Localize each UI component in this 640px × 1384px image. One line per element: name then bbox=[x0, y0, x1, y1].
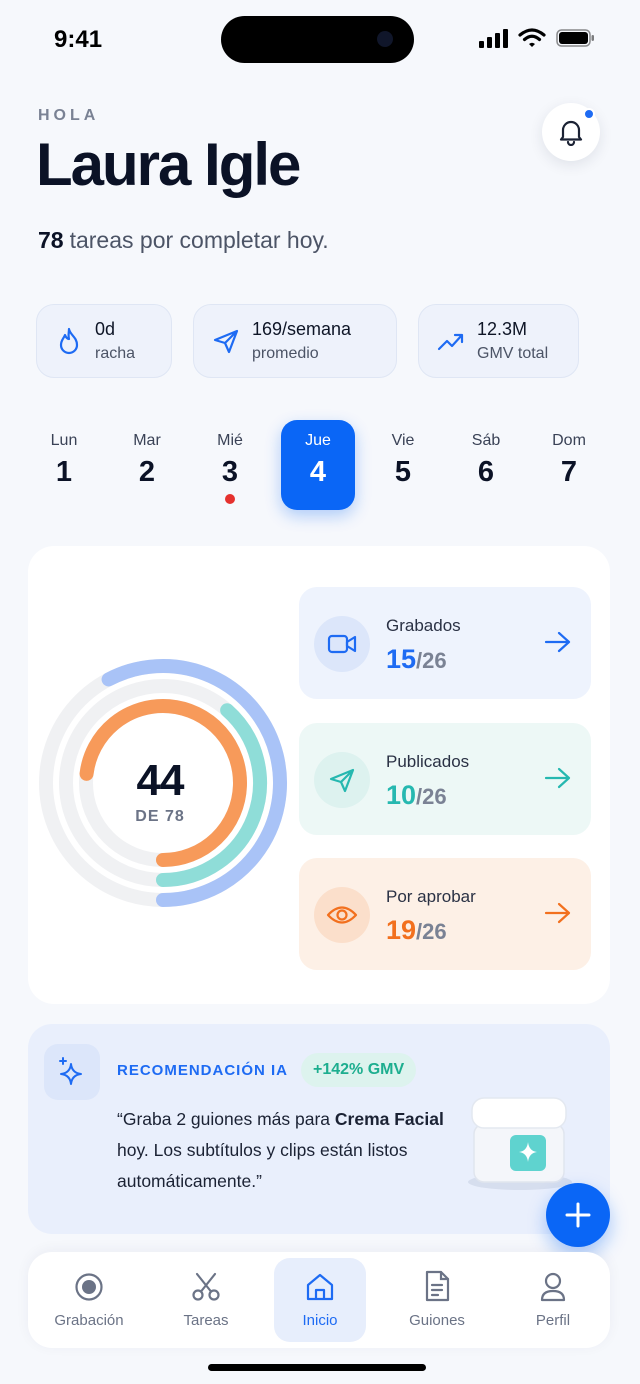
day-name: Dom bbox=[552, 432, 586, 449]
arrow-right-icon bbox=[544, 902, 571, 924]
eye-icon bbox=[326, 906, 358, 924]
flame-icon bbox=[59, 327, 79, 355]
day-name: Mié bbox=[217, 432, 243, 449]
stat-label: GMV total bbox=[477, 345, 549, 362]
day-sun[interactable]: Dom 7 bbox=[532, 420, 606, 510]
metric-grabados[interactable]: Grabados 15/26 bbox=[299, 587, 591, 699]
day-number: 6 bbox=[477, 456, 495, 488]
day-number: 1 bbox=[55, 456, 73, 488]
video-camera-icon bbox=[327, 634, 357, 654]
home-indicator bbox=[208, 1364, 426, 1371]
day-thu-selected[interactable]: Jue 4 bbox=[281, 420, 355, 510]
home-icon bbox=[306, 1273, 334, 1301]
metric-label: Por aprobar bbox=[386, 887, 476, 906]
tab-grabacion[interactable]: Grabación bbox=[43, 1258, 135, 1342]
bell-icon bbox=[559, 120, 583, 146]
tab-guiones[interactable]: Guiones bbox=[391, 1258, 483, 1342]
day-sat[interactable]: Sáb 6 bbox=[449, 420, 523, 510]
cream-jar-image bbox=[468, 1097, 572, 1190]
ring-center: 44 DE 78 bbox=[52, 756, 268, 826]
notifications-button[interactable] bbox=[542, 103, 600, 161]
day-name: Vie bbox=[391, 432, 415, 449]
metric-icon-bg bbox=[314, 887, 370, 943]
send-icon bbox=[213, 329, 239, 354]
wifi-icon bbox=[518, 28, 546, 47]
status-icons bbox=[479, 28, 596, 48]
tab-perfil[interactable]: Perfil bbox=[507, 1258, 599, 1342]
ai-message: “Graba 2 guiones más para Crema Facial h… bbox=[117, 1109, 444, 1191]
user-name: Laura Igle bbox=[36, 131, 301, 198]
day-number: 5 bbox=[394, 456, 412, 488]
greeting-label: HOLA bbox=[38, 107, 100, 124]
ai-icon-bg bbox=[44, 1044, 100, 1100]
plus-icon bbox=[565, 1202, 591, 1228]
tab-bar: Grabación Tareas Inicio Guiones Perfil bbox=[28, 1252, 610, 1348]
stat-streak[interactable]: 0d racha bbox=[36, 304, 172, 378]
ai-recommendation-card[interactable]: RECOMENDACIÓN IA +142% GMV “Graba 2 guio… bbox=[28, 1024, 610, 1234]
metric-por-aprobar[interactable]: Por aprobar 19/26 bbox=[299, 858, 591, 970]
arrow-right-icon bbox=[544, 631, 571, 653]
send-icon bbox=[329, 768, 355, 793]
scissors-icon bbox=[192, 1272, 220, 1301]
ai-title: RECOMENDACIÓN IA bbox=[117, 1062, 289, 1079]
signal-icon bbox=[479, 28, 508, 48]
camera-dot bbox=[377, 31, 393, 47]
progress-card: 44 DE 78 Grabados 15/26 Publicados 10/26… bbox=[28, 546, 610, 1004]
notification-dot bbox=[583, 108, 595, 120]
metric-icon-bg bbox=[314, 752, 370, 808]
record-icon bbox=[75, 1273, 103, 1301]
stat-gmv[interactable]: 12.3M GMV total bbox=[418, 304, 579, 378]
day-name: Lun bbox=[50, 432, 78, 449]
total-label: DE 78 bbox=[135, 808, 185, 825]
add-button[interactable] bbox=[546, 1183, 610, 1247]
day-number: 2 bbox=[138, 456, 156, 488]
day-fri[interactable]: Vie 5 bbox=[366, 420, 440, 510]
status-bar: 9:41 bbox=[0, 0, 640, 84]
tab-label: Tareas bbox=[183, 1312, 229, 1329]
metric-value: 15/26 bbox=[386, 644, 447, 674]
day-number: 4 bbox=[309, 456, 327, 488]
product-name: Crema Facial bbox=[334, 1109, 444, 1129]
event-dot bbox=[225, 494, 235, 504]
tab-label: Grabación bbox=[54, 1312, 124, 1329]
stat-average[interactable]: 169/semana promedio bbox=[193, 304, 397, 378]
day-wed[interactable]: Mié 3 bbox=[193, 420, 267, 510]
arrow-right-icon bbox=[544, 767, 571, 789]
metric-icon-bg bbox=[314, 616, 370, 672]
stat-value: 12.3M bbox=[477, 319, 528, 339]
day-number: 3 bbox=[221, 456, 239, 488]
tasks-summary: 78 tareas por completar hoy. bbox=[38, 227, 329, 254]
metric-value: 10/26 bbox=[386, 780, 447, 810]
trend-up-icon bbox=[437, 333, 464, 351]
tasks-text: tareas por completar hoy. bbox=[69, 227, 329, 253]
user-icon bbox=[540, 1272, 566, 1302]
tasks-count: 78 bbox=[38, 227, 64, 253]
day-number: 7 bbox=[560, 456, 578, 488]
total-done: 44 bbox=[136, 756, 185, 805]
tab-label: Guiones bbox=[409, 1312, 465, 1329]
metric-label: Publicados bbox=[386, 752, 470, 771]
stat-value: 169/semana bbox=[252, 319, 352, 339]
stat-label: promedio bbox=[252, 345, 319, 362]
day-name: Jue bbox=[305, 432, 331, 449]
day-name: Sáb bbox=[471, 432, 501, 449]
day-mon[interactable]: Lun 1 bbox=[27, 420, 101, 510]
stat-value: 0d bbox=[95, 319, 116, 339]
document-icon bbox=[425, 1270, 450, 1302]
stat-label: racha bbox=[95, 345, 136, 362]
sparkles-icon bbox=[59, 1057, 82, 1085]
tab-inicio[interactable]: Inicio bbox=[274, 1258, 366, 1342]
tab-tareas[interactable]: Tareas bbox=[160, 1258, 252, 1342]
metric-value: 19/26 bbox=[386, 915, 447, 945]
battery-icon bbox=[556, 29, 594, 47]
metric-publicados[interactable]: Publicados 10/26 bbox=[299, 723, 591, 835]
tab-label: Inicio bbox=[302, 1312, 338, 1329]
day-name: Mar bbox=[133, 432, 161, 449]
gmv-badge: +142% GMV bbox=[301, 1053, 417, 1087]
status-time: 9:41 bbox=[54, 26, 103, 53]
metric-label: Grabados bbox=[386, 616, 461, 635]
tab-label: Perfil bbox=[535, 1312, 571, 1329]
day-tue[interactable]: Mar 2 bbox=[110, 420, 184, 510]
